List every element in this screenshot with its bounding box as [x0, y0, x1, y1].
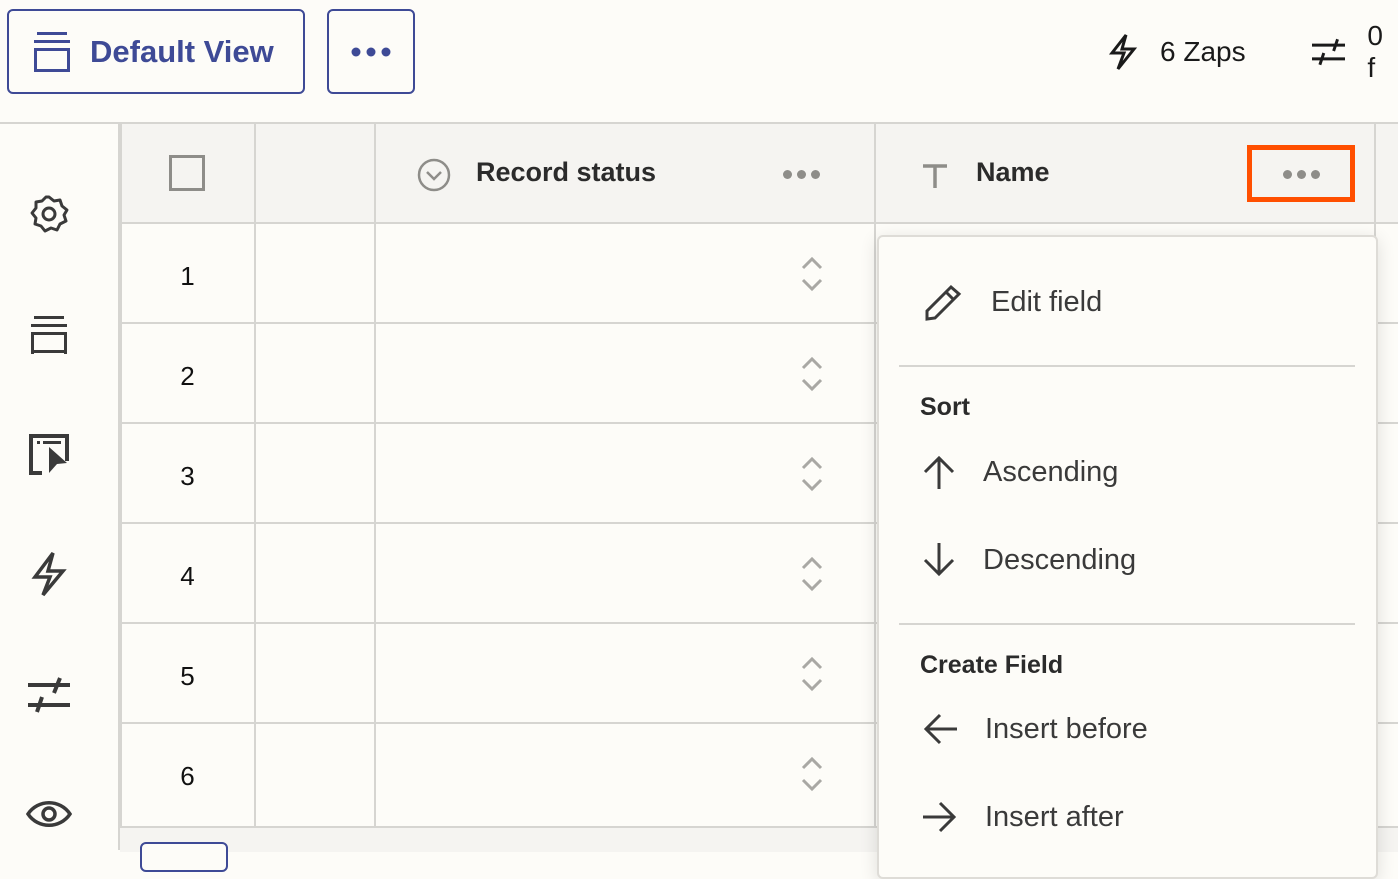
zaps-label: 6 Zaps	[1160, 36, 1246, 67]
sidebar-item-views[interactable]	[25, 310, 73, 358]
sidebar-item-settings[interactable]	[25, 190, 73, 238]
gear-icon	[30, 195, 69, 233]
menu-divider	[899, 623, 1355, 625]
menu-item-insert-after[interactable]: Insert after	[879, 782, 1376, 852]
column-title: Name	[976, 157, 1050, 187]
view-more-button[interactable]	[327, 9, 415, 94]
more-dots-icon	[351, 47, 391, 56]
views-icon	[31, 316, 67, 354]
pencil-icon	[925, 284, 962, 321]
eye-icon	[26, 801, 72, 827]
select-stepper-icon[interactable]	[800, 556, 824, 592]
column-title: Record status	[476, 157, 657, 187]
sidebar-item-zaps[interactable]	[25, 550, 73, 598]
menu-item-label: Insert before	[985, 712, 1148, 745]
toolbar: Default View 6 Zaps 0 f	[0, 0, 1398, 124]
filter-toggle-icon	[28, 677, 70, 713]
default-view-button[interactable]: Default View	[7, 9, 305, 94]
row-number: 5	[180, 661, 195, 691]
menu-item-insert-before[interactable]: Insert before	[879, 694, 1376, 764]
row-number: 1	[180, 261, 195, 291]
menu-item-sort-descending[interactable]: Descending	[879, 525, 1376, 595]
menu-item-label: Edit field	[991, 285, 1103, 318]
arrow-right-icon	[923, 801, 957, 833]
row-number: 6	[180, 761, 195, 791]
dropdown-circle-icon	[417, 158, 451, 192]
filter-toggle-icon	[1312, 38, 1346, 66]
highlight-box	[1247, 145, 1355, 202]
menu-divider	[899, 365, 1355, 367]
column-menu-button[interactable]	[783, 170, 820, 179]
row-number: 2	[180, 361, 195, 391]
create-field-heading: Create Field	[920, 651, 1064, 679]
select-stepper-icon[interactable]	[800, 356, 824, 392]
sidebar	[0, 124, 120, 850]
filters-label: 0 f	[1367, 20, 1383, 83]
select-stepper-icon[interactable]	[800, 756, 824, 792]
views-icon	[34, 31, 70, 72]
row-number: 4	[180, 561, 195, 591]
filters-count[interactable]: 0 f	[1312, 20, 1398, 83]
arrow-left-icon	[923, 713, 957, 745]
table-header: Record status Name	[120, 124, 1398, 224]
lightning-icon	[1108, 34, 1138, 70]
interface-icon	[29, 434, 69, 475]
zaps-count[interactable]: 6 Zaps	[1108, 30, 1246, 74]
add-record-button[interactable]	[140, 842, 228, 872]
arrow-down-icon	[923, 543, 955, 577]
row-number: 3	[180, 461, 195, 491]
menu-item-sort-ascending[interactable]: Ascending	[879, 437, 1376, 507]
sort-heading: Sort	[920, 393, 970, 421]
lightning-icon	[31, 551, 67, 597]
text-type-icon	[923, 164, 947, 188]
select-stepper-icon[interactable]	[800, 656, 824, 692]
menu-item-edit-field[interactable]: Edit field	[879, 267, 1376, 337]
select-stepper-icon[interactable]	[800, 456, 824, 492]
menu-item-label: Ascending	[983, 455, 1119, 488]
menu-item-label: Insert after	[985, 800, 1124, 833]
sidebar-item-filters[interactable]	[25, 670, 73, 718]
select-all-checkbox[interactable]	[169, 155, 205, 191]
sidebar-item-interfaces[interactable]	[25, 430, 73, 478]
column-context-menu: Edit field Sort Ascending Descending Cre…	[877, 235, 1378, 879]
default-view-label: Default View	[90, 33, 274, 69]
select-stepper-icon[interactable]	[800, 256, 824, 292]
menu-item-label: Descending	[983, 543, 1137, 576]
arrow-up-icon	[923, 455, 955, 489]
sidebar-item-visibility[interactable]	[25, 790, 73, 838]
